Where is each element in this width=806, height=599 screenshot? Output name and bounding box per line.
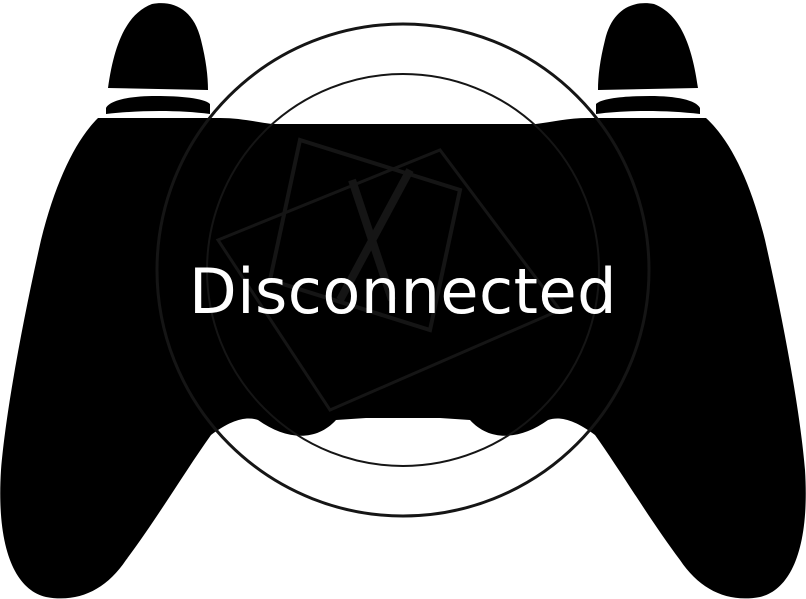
left-trigger-icon: [108, 3, 208, 91]
connection-status-label: Disconnected: [189, 255, 617, 328]
right-bumper-icon: [596, 96, 700, 114]
right-trigger-icon: [598, 3, 698, 91]
controller-status-view: Disconnected: [0, 0, 806, 599]
left-bumper-icon: [106, 96, 210, 114]
